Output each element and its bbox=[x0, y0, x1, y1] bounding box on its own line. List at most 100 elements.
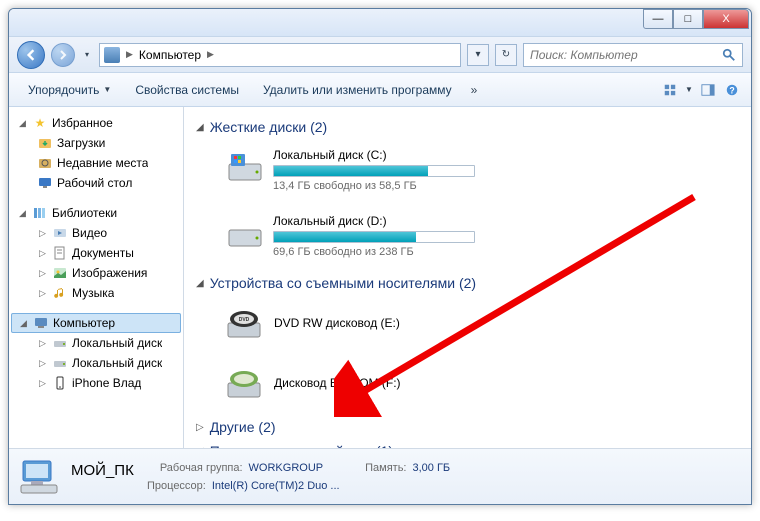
drive-bdrom[interactable]: Дисковод BD-ROM (F:) bbox=[220, 359, 480, 407]
view-options-dropdown[interactable]: ▼ bbox=[683, 80, 695, 100]
drive-icon bbox=[52, 355, 68, 371]
nav-row: ▾ ▶ Компьютер ▶ ▾ ↻ bbox=[9, 37, 751, 73]
toolbar: Упорядочить ▼ Свойства системы Удалить и… bbox=[9, 73, 751, 107]
expander-icon: ▷ bbox=[37, 228, 48, 239]
section-title: Жесткие диски (2) bbox=[210, 119, 328, 135]
uninstall-program-button[interactable]: Удалить или изменить программу bbox=[252, 78, 463, 102]
caret-icon: ◢ bbox=[196, 122, 204, 133]
drive-name: Локальный диск (D:) bbox=[273, 214, 475, 228]
caret-icon: ◢ bbox=[196, 278, 204, 289]
sidebar-item-videos[interactable]: ▷ Видео bbox=[9, 223, 183, 243]
sidebar-item-recent[interactable]: Недавние места bbox=[9, 153, 183, 173]
desktop-icon bbox=[37, 175, 53, 191]
body: ◢ ★ Избранное Загрузки Недавние места bbox=[9, 107, 751, 448]
nav-history-dropdown[interactable]: ▾ bbox=[81, 45, 93, 65]
forward-button[interactable] bbox=[51, 43, 75, 67]
hdd-icon bbox=[225, 148, 265, 188]
content-pane: ◢ Жесткие диски (2) Локальный диск (C:) … bbox=[184, 107, 751, 448]
maximize-button[interactable]: □ bbox=[673, 9, 703, 29]
expander-icon: ▷ bbox=[37, 338, 48, 349]
section-portable[interactable]: ◢ Портативные устройства (1) bbox=[196, 439, 739, 448]
expander-icon: ▷ bbox=[37, 268, 48, 279]
search-input[interactable] bbox=[530, 48, 722, 62]
search-icon bbox=[722, 48, 736, 62]
search-box[interactable] bbox=[523, 43, 743, 67]
crumb-sep-icon: ▶ bbox=[207, 49, 214, 60]
caret-icon: ◢ bbox=[196, 446, 204, 449]
downloads-icon bbox=[37, 135, 53, 151]
device-name: Дисковод BD-ROM (F:) bbox=[274, 376, 401, 390]
details-title: МОЙ_ПК bbox=[71, 462, 134, 479]
sidebar: ◢ ★ Избранное Загрузки Недавние места bbox=[9, 107, 184, 448]
sidebar-item-iphone[interactable]: ▷ iPhone Влад bbox=[9, 373, 183, 393]
organize-label: Упорядочить bbox=[28, 83, 99, 97]
sidebar-item-desktop[interactable]: Рабочий стол bbox=[9, 173, 183, 193]
back-button[interactable] bbox=[17, 41, 45, 69]
explorer-window: — □ X ▾ ▶ Компьютер ▶ ▾ ↻ Упоря bbox=[8, 8, 752, 505]
libraries-icon bbox=[32, 205, 48, 221]
sidebar-item-label: Изображения bbox=[72, 266, 147, 280]
expander-icon: ◢ bbox=[18, 318, 29, 329]
computer-large-icon bbox=[17, 455, 61, 499]
refresh-button[interactable]: ↻ bbox=[495, 44, 517, 66]
computer-icon bbox=[33, 315, 49, 331]
music-icon bbox=[52, 285, 68, 301]
sidebar-computer[interactable]: ◢ Компьютер bbox=[11, 313, 181, 333]
section-title: Другие (2) bbox=[210, 419, 276, 435]
sidebar-item-label: Локальный диск bbox=[72, 336, 162, 350]
memory-value: 3,00 ГБ bbox=[412, 462, 450, 479]
sidebar-item-label: Документы bbox=[72, 246, 134, 260]
address-dropdown[interactable]: ▾ bbox=[467, 44, 489, 66]
star-icon: ★ bbox=[32, 115, 48, 131]
minimize-button[interactable]: — bbox=[643, 9, 673, 29]
breadcrumb-computer[interactable]: Компьютер bbox=[139, 48, 201, 62]
address-bar[interactable]: ▶ Компьютер ▶ bbox=[99, 43, 461, 67]
sidebar-item-downloads[interactable]: Загрузки bbox=[9, 133, 183, 153]
titlebar: — □ X bbox=[9, 9, 751, 37]
device-name: DVD RW дисковод (E:) bbox=[274, 316, 400, 330]
details-pane: МОЙ_ПК Рабочая группа: WORKGROUP Память:… bbox=[9, 448, 751, 504]
section-other[interactable]: ▷ Другие (2) bbox=[196, 415, 739, 439]
sidebar-item-local-disk-c[interactable]: ▷ Локальный диск bbox=[9, 333, 183, 353]
capacity-bar bbox=[273, 231, 475, 243]
view-options-button[interactable] bbox=[659, 79, 681, 101]
sidebar-item-pictures[interactable]: ▷ Изображения bbox=[9, 263, 183, 283]
sidebar-item-label: Музыка bbox=[72, 286, 114, 300]
video-icon bbox=[52, 225, 68, 241]
close-button[interactable]: X bbox=[703, 9, 749, 29]
sidebar-item-label: Библиотеки bbox=[52, 206, 117, 220]
sidebar-favorites[interactable]: ◢ ★ Избранное bbox=[9, 113, 183, 133]
bdrom-icon bbox=[224, 363, 264, 403]
pictures-icon bbox=[52, 265, 68, 281]
organize-button[interactable]: Упорядочить ▼ bbox=[17, 78, 122, 102]
dvd-icon: DVD bbox=[224, 303, 264, 343]
drive-c[interactable]: Локальный диск (C:) 13,4 ГБ свободно из … bbox=[220, 143, 480, 197]
recent-icon bbox=[37, 155, 53, 171]
drive-d[interactable]: Локальный диск (D:) 69,6 ГБ свободно из … bbox=[220, 209, 480, 263]
sidebar-item-label: Локальный диск bbox=[72, 356, 162, 370]
sidebar-item-label: Рабочий стол bbox=[57, 176, 132, 190]
sidebar-item-local-disk-d[interactable]: ▷ Локальный диск bbox=[9, 353, 183, 373]
expander-icon: ◢ bbox=[17, 118, 28, 129]
drive-dvd[interactable]: DVD DVD RW дисковод (E:) bbox=[220, 299, 480, 347]
svg-text:DVD: DVD bbox=[239, 317, 250, 323]
preview-pane-button[interactable] bbox=[697, 79, 719, 101]
sidebar-libraries[interactable]: ◢ Библиотеки bbox=[9, 203, 183, 223]
sidebar-item-music[interactable]: ▷ Музыка bbox=[9, 283, 183, 303]
sidebar-item-label: Недавние места bbox=[57, 156, 148, 170]
section-hdd[interactable]: ◢ Жесткие диски (2) bbox=[196, 115, 739, 139]
documents-icon bbox=[52, 245, 68, 261]
sidebar-item-label: Компьютер bbox=[53, 316, 115, 330]
caret-icon: ▷ bbox=[196, 422, 204, 433]
expander-icon: ▷ bbox=[37, 248, 48, 259]
phone-icon bbox=[52, 375, 68, 391]
toolbar-overflow[interactable]: » bbox=[465, 79, 484, 101]
system-properties-button[interactable]: Свойства системы bbox=[124, 78, 250, 102]
sidebar-item-label: iPhone Влад bbox=[72, 376, 141, 390]
svg-text:?: ? bbox=[729, 85, 734, 95]
drive-free-text: 13,4 ГБ свободно из 58,5 ГБ bbox=[273, 180, 475, 192]
section-removable[interactable]: ◢ Устройства со съемными носителями (2) bbox=[196, 271, 739, 295]
expander-icon: ▷ bbox=[37, 358, 48, 369]
help-button[interactable]: ? bbox=[721, 79, 743, 101]
sidebar-item-documents[interactable]: ▷ Документы bbox=[9, 243, 183, 263]
